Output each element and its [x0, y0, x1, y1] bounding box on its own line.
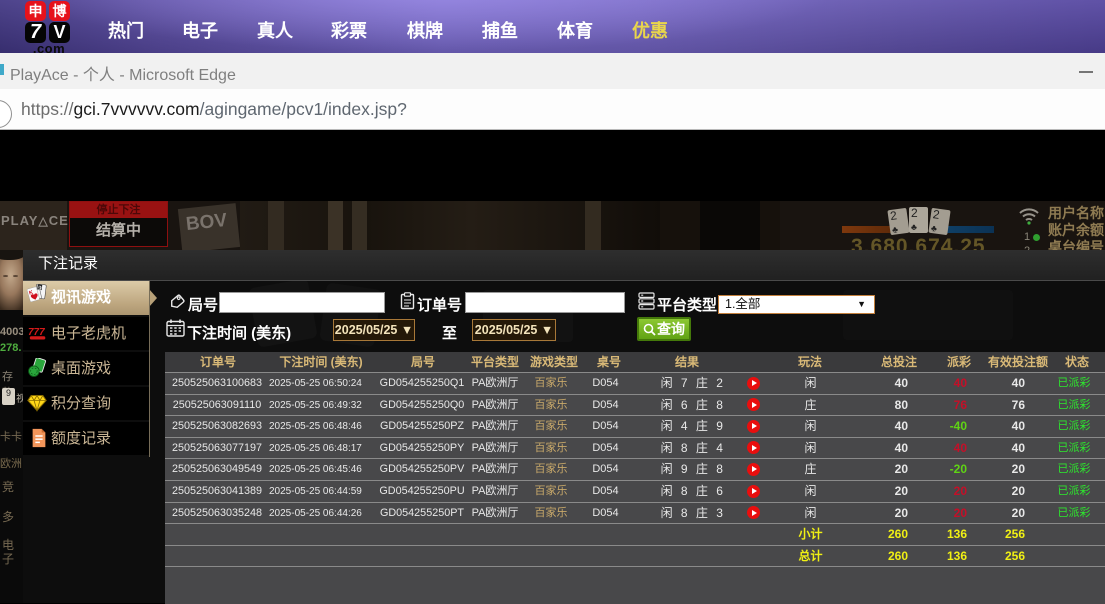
svg-text:777: 777	[28, 327, 45, 338]
